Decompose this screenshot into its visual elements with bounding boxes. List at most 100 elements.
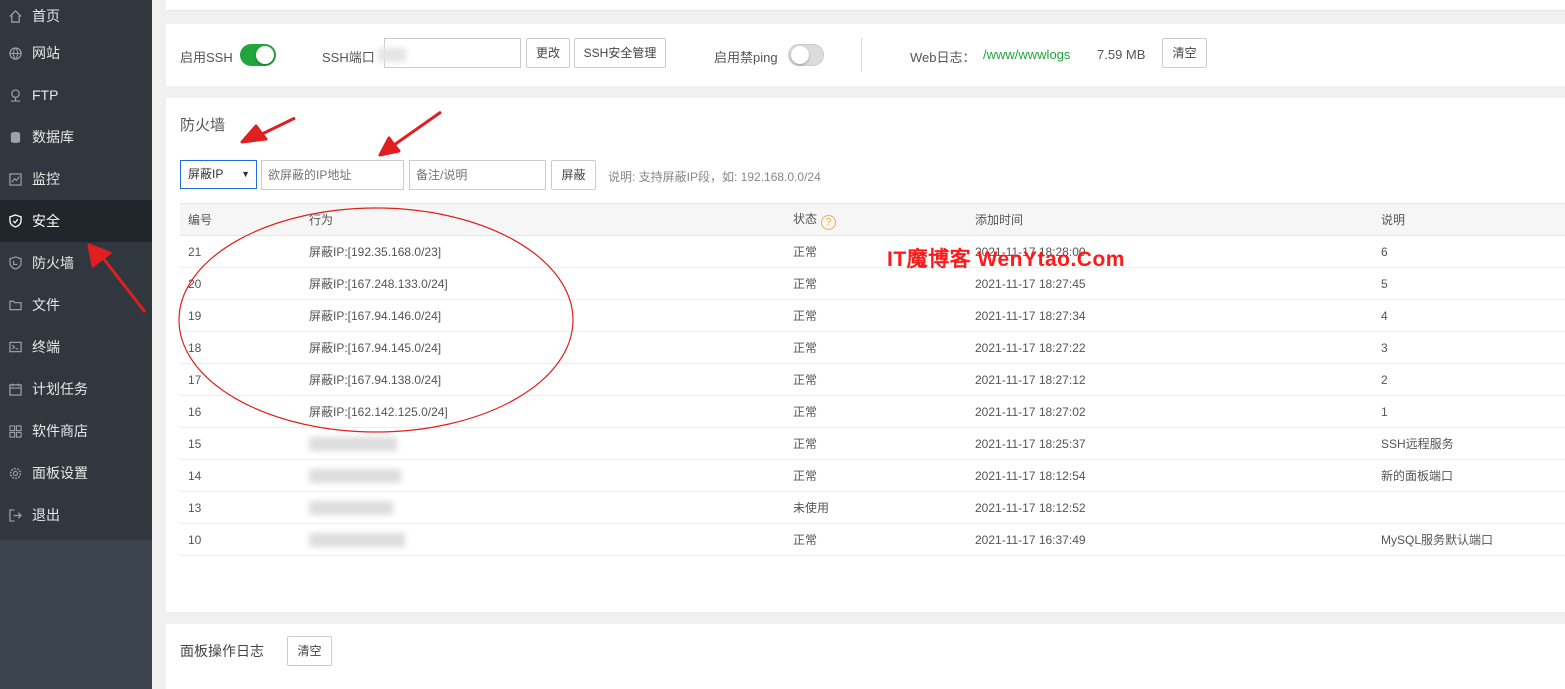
- table-header-row: 编号 行为 状态? 添加时间 说明: [180, 203, 1565, 236]
- cell-action: [301, 460, 785, 492]
- table-row: 14 正常 2021-11-17 18:12:54 新的面板端口: [180, 460, 1565, 492]
- web-log-size: 7.59 MB: [1097, 47, 1146, 62]
- sidebar-item-firewall[interactable]: 防火墙: [0, 242, 152, 284]
- cell-status[interactable]: 未使用: [785, 492, 967, 524]
- table-row: 15 正常 2021-11-17 18:25:37 SSH远程服务: [180, 428, 1565, 460]
- cell-status[interactable]: 正常: [785, 300, 967, 332]
- grid-icon: [8, 424, 22, 438]
- sidebar-item-label: 网站: [32, 45, 60, 61]
- ssh-security-manage-button[interactable]: SSH安全管理: [574, 38, 666, 68]
- panel-log-title: 面板操作日志: [180, 643, 264, 659]
- sidebar-item-website[interactable]: 网站: [0, 32, 152, 74]
- cell-time: 2021-11-17 16:37:49: [975, 532, 1086, 547]
- cell-status[interactable]: 正常: [785, 332, 967, 364]
- cell-time: 2021-11-17 18:25:37: [975, 436, 1086, 451]
- toggle-knob: [256, 46, 274, 64]
- cell-action: 屏蔽IP:[162.142.125.0/24]: [309, 405, 448, 419]
- sidebar-item-settings[interactable]: 面板设置: [0, 452, 152, 494]
- ftp-icon: [8, 88, 22, 102]
- note-input[interactable]: [409, 160, 546, 190]
- column-header-status[interactable]: 状态?: [785, 204, 967, 236]
- sidebar-item-label: 退出: [32, 507, 60, 523]
- sidebar-item-monitor[interactable]: 监控: [0, 158, 152, 200]
- ssh-settings-row: 启用SSH SSH端口 更改 SSH安全管理 启用禁ping Web日志： /w…: [166, 38, 1565, 72]
- clear-web-log-button[interactable]: 清空: [1162, 38, 1207, 68]
- column-header-id[interactable]: 编号: [180, 204, 301, 236]
- globe-icon: [8, 46, 22, 60]
- sidebar: 首页 网站 FTP 数据库 监控 安全 防火墙 文件 终端 计划任务 软件商店 …: [0, 0, 152, 689]
- sidebar-item-security[interactable]: 安全: [0, 200, 152, 242]
- gear-icon: [8, 466, 22, 480]
- sidebar-item-label: 计划任务: [32, 381, 88, 397]
- web-log-path-link[interactable]: /www/wwwlogs: [983, 47, 1070, 62]
- firewall-hint: 说明: 支持屏蔽IP段，如: 192.168.0.0/24: [608, 170, 821, 184]
- shield-icon: [8, 214, 22, 228]
- sidebar-item-label: 监控: [32, 171, 60, 187]
- cell-id: 20: [188, 276, 202, 291]
- column-header-action[interactable]: 行为: [301, 204, 785, 236]
- cell-note: 3: [1381, 340, 1388, 355]
- cell-id: 17: [188, 372, 202, 387]
- logout-icon: [8, 508, 22, 522]
- panel-log-card: 面板操作日志 清空: [166, 624, 1565, 689]
- cell-id: 14: [188, 468, 202, 483]
- ssh-enable-label: 启用SSH: [180, 50, 233, 65]
- cell-time: 2021-11-17 18:27:02: [975, 404, 1086, 419]
- sidebar-item-database[interactable]: 数据库: [0, 116, 152, 158]
- sidebar-menu: 首页 网站 FTP 数据库 监控 安全 防火墙 文件 终端 计划任务 软件商店 …: [0, 0, 152, 540]
- sidebar-item-logout[interactable]: 退出: [0, 494, 152, 536]
- cell-time: 2021-11-17 18:27:12: [975, 372, 1086, 387]
- sidebar-item-label: 面板设置: [32, 465, 88, 481]
- help-icon[interactable]: ?: [821, 214, 837, 230]
- redacted-port-value: [309, 468, 401, 483]
- rule-type-value: 屏蔽IP: [188, 167, 224, 181]
- disable-ping-label: 启用禁ping: [714, 50, 778, 65]
- cell-status[interactable]: 正常: [785, 524, 967, 556]
- web-log-label: Web日志：: [910, 50, 976, 65]
- table-row: 19 屏蔽IP:[167.94.146.0/24] 正常 2021-11-17 …: [180, 300, 1565, 332]
- rule-type-select[interactable]: 屏蔽IP ▼: [180, 160, 257, 189]
- cell-time: 2021-11-17 18:12:54: [975, 468, 1086, 483]
- sidebar-item-ftp[interactable]: FTP: [0, 74, 152, 116]
- cell-id: 21: [188, 244, 202, 259]
- cell-note: 4: [1381, 308, 1388, 323]
- cell-action: [301, 524, 785, 556]
- sidebar-item-home[interactable]: 首页: [0, 0, 152, 32]
- sidebar-item-cron[interactable]: 计划任务: [0, 368, 152, 410]
- sidebar-item-label: 文件: [32, 297, 60, 313]
- redacted-port-value: [309, 532, 405, 547]
- ssh-port-label: SSH端口: [322, 50, 375, 65]
- disable-ping-toggle[interactable]: [788, 44, 824, 66]
- sidebar-item-label: 防火墙: [32, 255, 74, 271]
- ssh-enable-toggle[interactable]: [240, 44, 276, 66]
- cell-note: [1373, 492, 1565, 524]
- cell-note: SSH远程服务: [1381, 437, 1454, 451]
- column-header-note[interactable]: 说明: [1373, 204, 1565, 236]
- redacted-port-value: [309, 500, 393, 515]
- status-header-label: 状态: [793, 211, 818, 226]
- cell-status[interactable]: 正常: [785, 364, 967, 396]
- sidebar-item-terminal[interactable]: 终端: [0, 326, 152, 368]
- column-header-time[interactable]: 添加时间: [967, 204, 1373, 236]
- cell-action: 屏蔽IP:[167.94.145.0/24]: [309, 341, 442, 355]
- cell-status[interactable]: 正常: [785, 428, 967, 460]
- cell-id: 16: [188, 404, 202, 419]
- cell-note: 2: [1381, 372, 1388, 387]
- change-port-button[interactable]: 更改: [526, 38, 570, 68]
- sidebar-item-store[interactable]: 软件商店: [0, 410, 152, 452]
- chevron-down-icon: ▼: [241, 169, 250, 179]
- cell-status[interactable]: 正常: [785, 396, 967, 428]
- firewall-card: 防火墙 屏蔽IP ▼ 屏蔽 说明: 支持屏蔽IP段，如: 192.168.0.0…: [166, 98, 1565, 612]
- sidebar-item-files[interactable]: 文件: [0, 284, 152, 326]
- table-row: 21 屏蔽IP:[192.35.168.0/23] 正常 2021-11-17 …: [180, 236, 1565, 268]
- watermark: IT魔博客 WenYtao.Com: [887, 248, 1125, 271]
- ip-address-input[interactable]: [261, 160, 404, 190]
- clear-panel-log-button[interactable]: 清空: [287, 636, 332, 666]
- cell-note: 1: [1381, 404, 1388, 419]
- block-ip-button[interactable]: 屏蔽: [551, 160, 596, 190]
- cell-note: 5: [1381, 276, 1388, 291]
- cell-status[interactable]: 正常: [785, 460, 967, 492]
- sidebar-item-label: 首页: [32, 8, 60, 24]
- toggle-knob: [791, 46, 809, 64]
- cell-id: 13: [188, 500, 202, 515]
